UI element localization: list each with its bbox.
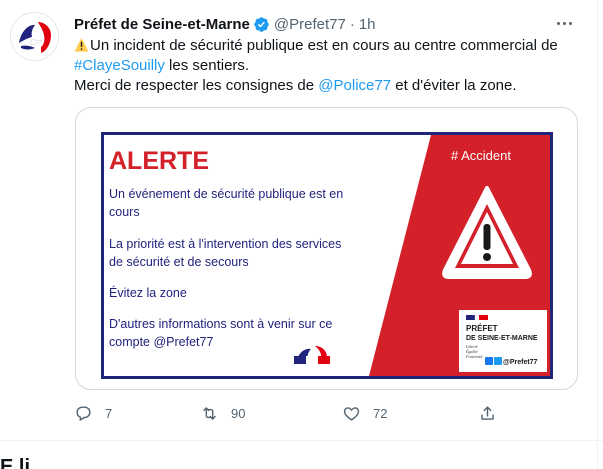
like-button[interactable]: 72 (342, 400, 387, 426)
like-icon (343, 406, 360, 421)
avatar[interactable] (10, 12, 59, 61)
reply-button[interactable]: 7 (74, 400, 112, 426)
author-handle[interactable]: @Prefet77 (274, 16, 346, 33)
tweet-text-part-3: Merci de respecter les consignes de (74, 77, 319, 94)
action-bar: 7 90 72 (74, 400, 504, 426)
motto-3: Fraternité (465, 354, 483, 359)
share-icon (481, 405, 494, 420)
mention-link[interactable]: @Police77 (318, 77, 391, 94)
social-handle: @Prefet77 (503, 359, 538, 366)
like-count: 72 (373, 405, 388, 421)
alert-para-1a: Un événement de sécurité publique est en (109, 187, 343, 201)
share-button[interactable] (478, 400, 497, 426)
alert-para-1b: cours (109, 205, 140, 219)
alert-para-2a: La priorité est à l'intervention des ser… (109, 237, 341, 251)
twitter-icon (494, 357, 502, 365)
alert-para-4a: D'autres informations sont à venir sur c… (109, 317, 332, 331)
tweet-text-part-4: et d'éviter la zone. (391, 77, 517, 94)
tweet-text: Un incident de sécurité publique est en … (74, 36, 584, 96)
reply-icon (76, 405, 91, 421)
tweet-media[interactable]: ALERTE # Accident Un événement de sécuri… (75, 107, 578, 390)
reply-count: 7 (105, 405, 113, 421)
prefecture-line-1: PRÉFET (466, 324, 498, 333)
retweet-icon (203, 406, 216, 420)
next-tweet-name: E li (0, 456, 31, 469)
tweet-header: Préfet de Seine-et-Marne @Prefet77 · 1h (74, 14, 376, 34)
accident-tag: # Accident (451, 148, 511, 163)
facebook-icon (485, 357, 493, 365)
tweet-line-1: Un incident de sécurité publique est en … (74, 36, 584, 56)
tweet-divider (0, 440, 603, 441)
author-name[interactable]: Préfet de Seine-et-Marne (74, 16, 250, 33)
more-icon[interactable] (553, 14, 575, 32)
alert-para-3: Évitez la zone (109, 285, 187, 300)
alert-para-4b: compte @Prefet77 (109, 335, 213, 349)
retweet-button[interactable]: 90 (200, 400, 245, 426)
tweet-text-part-1: Un incident de sécurité publique est en … (90, 37, 558, 54)
marianne-logo (11, 13, 58, 60)
alert-image: ALERTE # Accident Un événement de sécuri… (101, 132, 553, 379)
tweet-time[interactable]: 1h (359, 16, 376, 33)
warning-icon (75, 38, 88, 52)
tweet-card[interactable]: Préfet de Seine-et-Marne @Prefet77 · 1h … (0, 0, 603, 469)
tweet-text-part-2: les sentiers. (164, 57, 250, 74)
separator-dot: · (349, 15, 355, 33)
tweet-line-3: Merci de respecter les consignes de @Pol… (74, 76, 584, 96)
alert-para-2b: de sécurité et de secours (109, 255, 249, 269)
alert-title: ALERTE (109, 147, 209, 175)
retweet-count: 90 (231, 405, 246, 421)
prefecture-line-2: DE SEINE-ET-MARNE (466, 335, 538, 342)
tweet-line-2: #ClayeSouilly les sentiers. (74, 56, 584, 76)
verified-icon (254, 16, 269, 32)
hashtag-link[interactable]: #ClayeSouilly (74, 57, 165, 74)
